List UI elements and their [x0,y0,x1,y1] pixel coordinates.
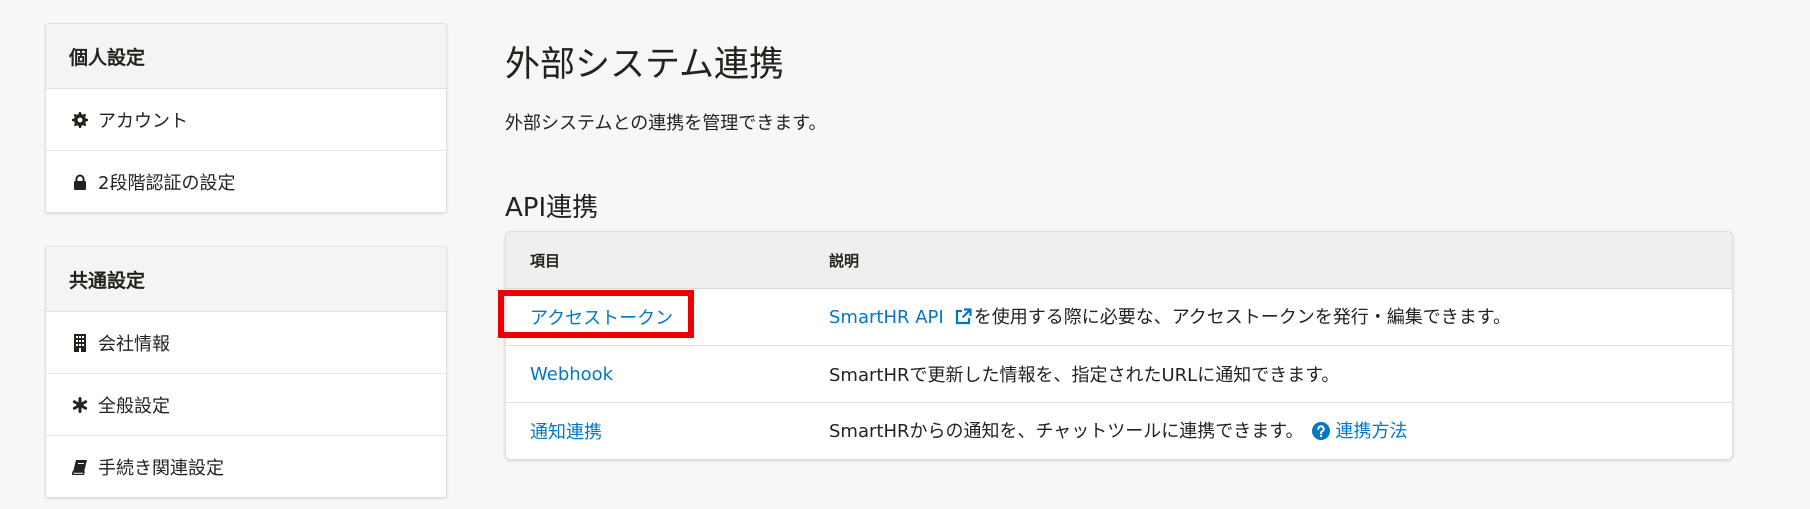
table-cell-description: SmartHRからの通知を、チャットツールに連携できます。 連携方法 [829,402,1732,459]
question-circle-icon[interactable] [1311,422,1330,445]
sidebar-item-two-factor[interactable]: 2段階認証の設定 [46,150,446,212]
page-title: 外部システム連携 [505,45,784,85]
sidebar-item-label: 会社情報 [98,333,170,355]
sidebar-item-company-info[interactable]: 会社情報 [46,312,446,373]
common-settings-panel: 共通設定 会社情報 全般設定 手続き関連設定 [45,246,447,498]
sidebar-item-procedure-settings[interactable]: 手続き関連設定 [46,435,446,497]
table-row: 通知連携 SmartHRからの通知を、チャットツールに連携できます。 連携方法 [506,402,1732,459]
access-token-link[interactable]: アクセストークン [530,308,673,329]
section-title-api: API連携 [505,193,599,223]
sidebar: 個人設定 アカウント 2段階認証の設定 共通設定 会社情報 全般設定 手続き関連… [45,23,447,498]
notification-integration-link[interactable]: 通知連携 [530,422,602,443]
common-settings-header: 共通設定 [46,247,446,312]
asterisk-icon [72,396,88,414]
sidebar-item-label: アカウント [98,110,188,132]
table-cell-item: アクセストークン [506,289,829,346]
external-link-icon [954,308,972,331]
sidebar-item-label: 2段階認証の設定 [98,172,236,194]
book-icon [72,458,88,476]
gear-icon [72,111,88,129]
sidebar-item-label: 全般設定 [98,395,170,417]
webhook-link[interactable]: Webhook [530,364,613,385]
sidebar-item-general-settings[interactable]: 全般設定 [46,373,446,435]
table-cell-item: 通知連携 [506,402,829,459]
table-row: Webhook SmartHRで更新した情報を、指定されたURLに通知できます。 [506,345,1732,403]
notification-integration-description: SmartHRからの通知を、チャットツールに連携できます。 [829,421,1304,442]
page-description: 外部システムとの連携を管理できます。 [505,113,827,134]
table-cell-item: Webhook [506,345,829,403]
smarthr-api-link[interactable]: SmartHR API [829,307,974,328]
api-integration-table: 項目 説明 アクセストークン SmartHR API を使用する際に必要な、アクセ… [505,231,1733,460]
personal-settings-header: 個人設定 [46,24,446,89]
webhook-description: SmartHRで更新した情報を、指定されたURLに通知できます。 [829,365,1340,386]
smarthr-api-link-label: SmartHR API [829,307,944,328]
table-header-row: 項目 説明 [506,232,1732,289]
access-token-description: を使用する際に必要な、アクセストークンを発行・編集できます。 [973,307,1511,328]
column-header-item: 項目 [506,232,829,289]
column-header-description: 説明 [829,232,1732,289]
table-cell-description: SmartHR API を使用する際に必要な、アクセストークンを発行・編集できます… [829,289,1732,346]
building-icon [72,333,88,352]
page: 個人設定 アカウント 2段階認証の設定 共通設定 会社情報 全般設定 手続き関連… [0,0,1810,509]
sidebar-item-label: 手続き関連設定 [98,457,224,479]
table-cell-description: SmartHRで更新した情報を、指定されたURLに通知できます。 [829,345,1732,403]
table-row: アクセストークン SmartHR API を使用する際に必要な、アクセストークンを… [506,289,1732,346]
lock-icon [72,173,88,191]
integration-method-link[interactable]: 連携方法 [1336,421,1408,442]
personal-settings-panel: 個人設定 アカウント 2段階認証の設定 [45,23,447,213]
sidebar-item-account[interactable]: アカウント [46,89,446,150]
